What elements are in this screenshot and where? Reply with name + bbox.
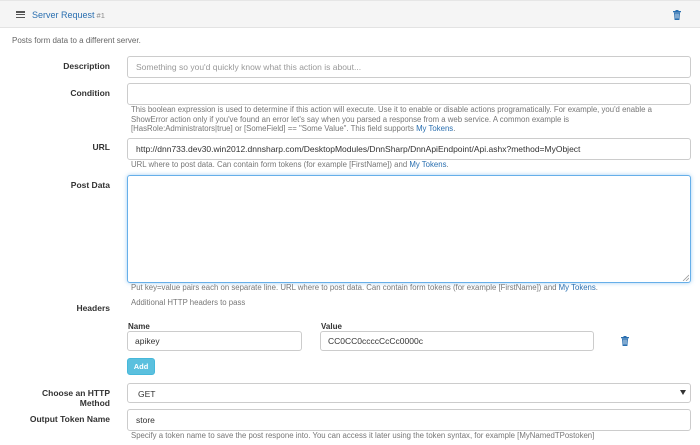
output-token-label: Output Token Name [29, 414, 110, 424]
http-method-value: GET [138, 389, 156, 399]
condition-my-tokens-link[interactable]: My Tokens [416, 124, 453, 133]
header-name-input[interactable] [127, 331, 302, 351]
header-value-input[interactable] [320, 331, 594, 351]
post-data-help-text: Put key=value pairs each on separate lin… [131, 283, 559, 292]
post-data-help-end: . [595, 283, 598, 292]
header-name-column: Name [128, 322, 150, 331]
url-label: URL [92, 142, 110, 152]
url-help: URL where to post data. Can contain form… [131, 160, 449, 170]
condition-help-line2: ShowError action only if you've found an… [131, 114, 570, 124]
post-data-help: Put key=value pairs each on separate lin… [131, 283, 598, 293]
http-method-label: Choose an HTTP Method [41, 388, 110, 408]
headers-label: Headers [76, 303, 110, 313]
http-method-select[interactable]: GET [127, 383, 691, 403]
condition-input[interactable] [127, 83, 691, 105]
condition-help-end: . [453, 124, 456, 133]
url-help-text: URL where to post data. Can contain form… [131, 160, 410, 169]
condition-help-line1: This boolean expression is used to deter… [131, 105, 652, 114]
header-value-column: Value [321, 322, 342, 331]
url-input[interactable] [127, 138, 691, 160]
add-header-button[interactable]: Add [127, 358, 155, 375]
description-label: Description [63, 61, 110, 71]
action-header: Server Request #1 [0, 0, 700, 28]
resize-grip-icon[interactable] [682, 274, 689, 281]
output-token-input[interactable] [127, 409, 691, 431]
post-data-textarea[interactable] [127, 175, 691, 283]
action-title[interactable]: Server Request #1 [32, 10, 105, 20]
condition-help-text: [HasRole:Administrators|true] or [SomeFi… [131, 124, 417, 133]
post-data-my-tokens-link[interactable]: My Tokens [559, 283, 596, 292]
post-data-label: Post Data [70, 180, 110, 190]
remove-header-trash-icon[interactable] [621, 336, 629, 346]
chevron-down-icon [680, 390, 686, 395]
menu-icon[interactable] [16, 11, 25, 19]
url-my-tokens-link[interactable]: My Tokens [409, 160, 446, 169]
headers-help: Additional HTTP headers to pass [131, 298, 246, 307]
action-title-text: Server Request [32, 10, 95, 20]
delete-action-trash-icon[interactable] [673, 10, 681, 20]
description-input[interactable] [127, 56, 691, 78]
condition-label: Condition [70, 88, 110, 98]
condition-help-line3: [HasRole:Administrators|true] or [SomeFi… [131, 124, 652, 134]
action-description: Posts form data to a different server. [12, 36, 141, 45]
condition-help: This boolean expression is used to deter… [131, 105, 652, 134]
url-help-end: . [446, 160, 449, 169]
output-token-help: Specify a token name to save the post re… [131, 431, 595, 440]
action-number: #1 [96, 11, 105, 20]
